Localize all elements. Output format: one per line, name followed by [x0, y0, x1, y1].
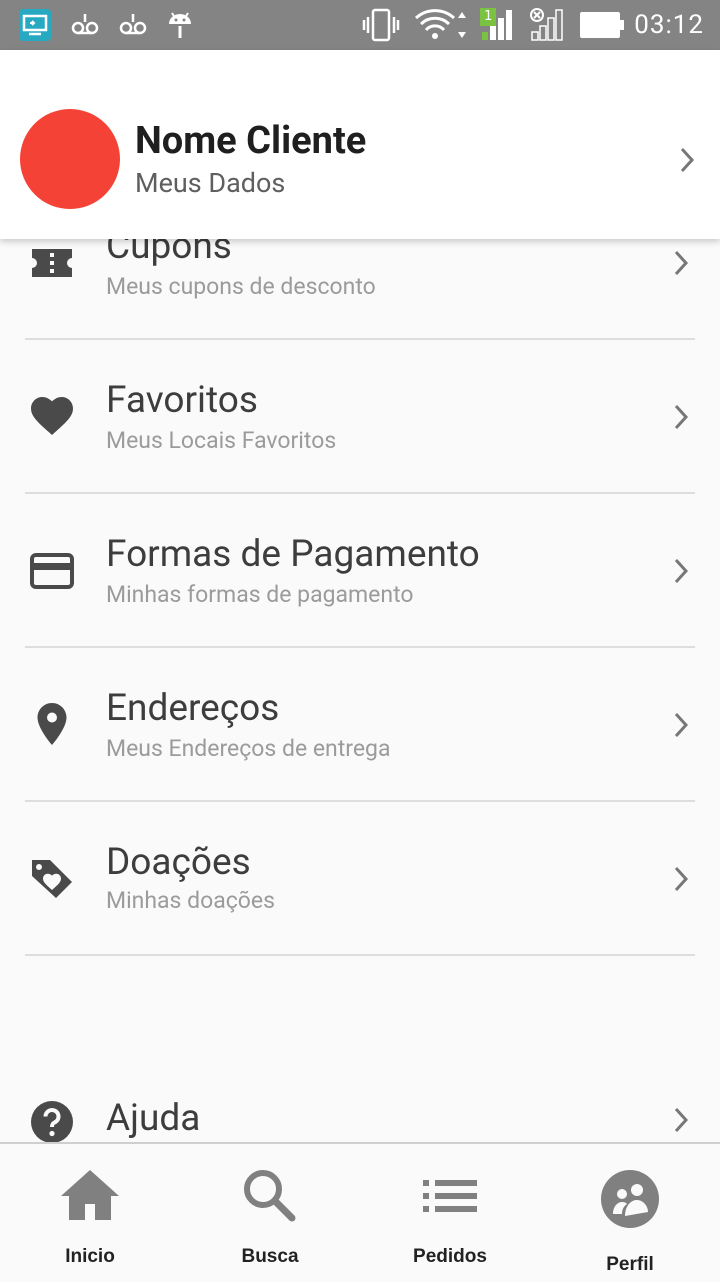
menu-item-subtitle: Meus cupons de desconto — [106, 273, 376, 300]
bottom-navigation: Inicio Busca Pedidos Perfil — [0, 1142, 720, 1282]
chevron-right-icon — [672, 865, 692, 893]
chevron-right-icon — [672, 711, 692, 739]
donation-tag-icon — [32, 860, 72, 898]
nav-label: Perfil — [606, 1254, 654, 1275]
status-time: 03:12 — [634, 10, 704, 40]
search-icon — [244, 1170, 296, 1222]
profile-name: Nome Cliente — [135, 119, 367, 163]
chevron-right-icon — [672, 1106, 692, 1134]
profile-icon — [601, 1170, 659, 1228]
menu-item-subtitle: Minhas doações — [106, 887, 275, 914]
menu-item-subtitle: Minhas formas de pagamento — [106, 581, 414, 608]
chevron-right-icon — [672, 403, 692, 431]
nav-item-busca[interactable]: Busca — [180, 1144, 360, 1282]
avatar — [20, 109, 120, 209]
status-bar: 1 03:12 — [0, 0, 720, 50]
menu-item-title: Ajuda — [106, 1097, 201, 1140]
profile-subtitle: Meus Dados — [135, 167, 286, 199]
menu-item-title: Formas de Pagamento — [106, 533, 480, 576]
menu-item-doacoes[interactable]: Doações Minhas doações — [0, 802, 720, 956]
home-icon — [61, 1170, 119, 1220]
status-left-icons — [18, 8, 194, 42]
help-icon — [31, 1101, 73, 1143]
list-icon — [423, 1180, 477, 1212]
wifi-icon — [415, 9, 467, 39]
sim-badge: 1 — [480, 8, 497, 26]
nav-label: Busca — [241, 1246, 299, 1267]
ticket-icon — [32, 249, 72, 277]
menu-item-enderecos[interactable]: Endereços Meus Endereços de entrega — [0, 648, 720, 802]
screen-mirror-icon — [19, 9, 51, 41]
divider — [25, 954, 695, 956]
chevron-right-icon — [672, 249, 692, 277]
credit-card-icon — [30, 553, 74, 589]
nav-item-perfil[interactable]: Perfil — [540, 1144, 720, 1282]
chevron-right-icon — [678, 146, 698, 174]
nav-item-inicio[interactable]: Inicio — [0, 1144, 180, 1282]
menu-item-formas-de-pagamento[interactable]: Formas de Pagamento Minhas formas de pag… — [0, 494, 720, 648]
status-right-icons: 1 03:12 — [362, 6, 704, 44]
nav-label: Pedidos — [413, 1246, 487, 1267]
signal-icon: 1 — [480, 8, 516, 42]
location-pin-icon — [37, 703, 67, 745]
menu-item-subtitle: Meus Locais Favoritos — [106, 427, 337, 454]
voicemail-icon — [71, 14, 99, 35]
chevron-right-icon — [672, 557, 692, 585]
nav-item-pedidos[interactable]: Pedidos — [360, 1144, 540, 1282]
voicemail-icon — [119, 14, 147, 35]
no-signal-icon — [530, 8, 563, 41]
menu-item-favoritos[interactable]: Favoritos Meus Locais Favoritos — [0, 340, 720, 494]
menu-item-title: Endereços — [106, 687, 280, 730]
vibrate-icon — [363, 8, 400, 42]
battery-icon — [580, 12, 625, 38]
android-icon — [169, 12, 191, 38]
profile-header[interactable]: Nome Cliente Meus Dados — [0, 50, 720, 239]
menu-item-subtitle: Meus Endereços de entrega — [106, 735, 391, 762]
menu-item-title: Doações — [106, 841, 251, 884]
nav-label: Inicio — [65, 1246, 115, 1267]
heart-icon — [31, 397, 73, 435]
menu-item-title: Favoritos — [106, 379, 258, 422]
